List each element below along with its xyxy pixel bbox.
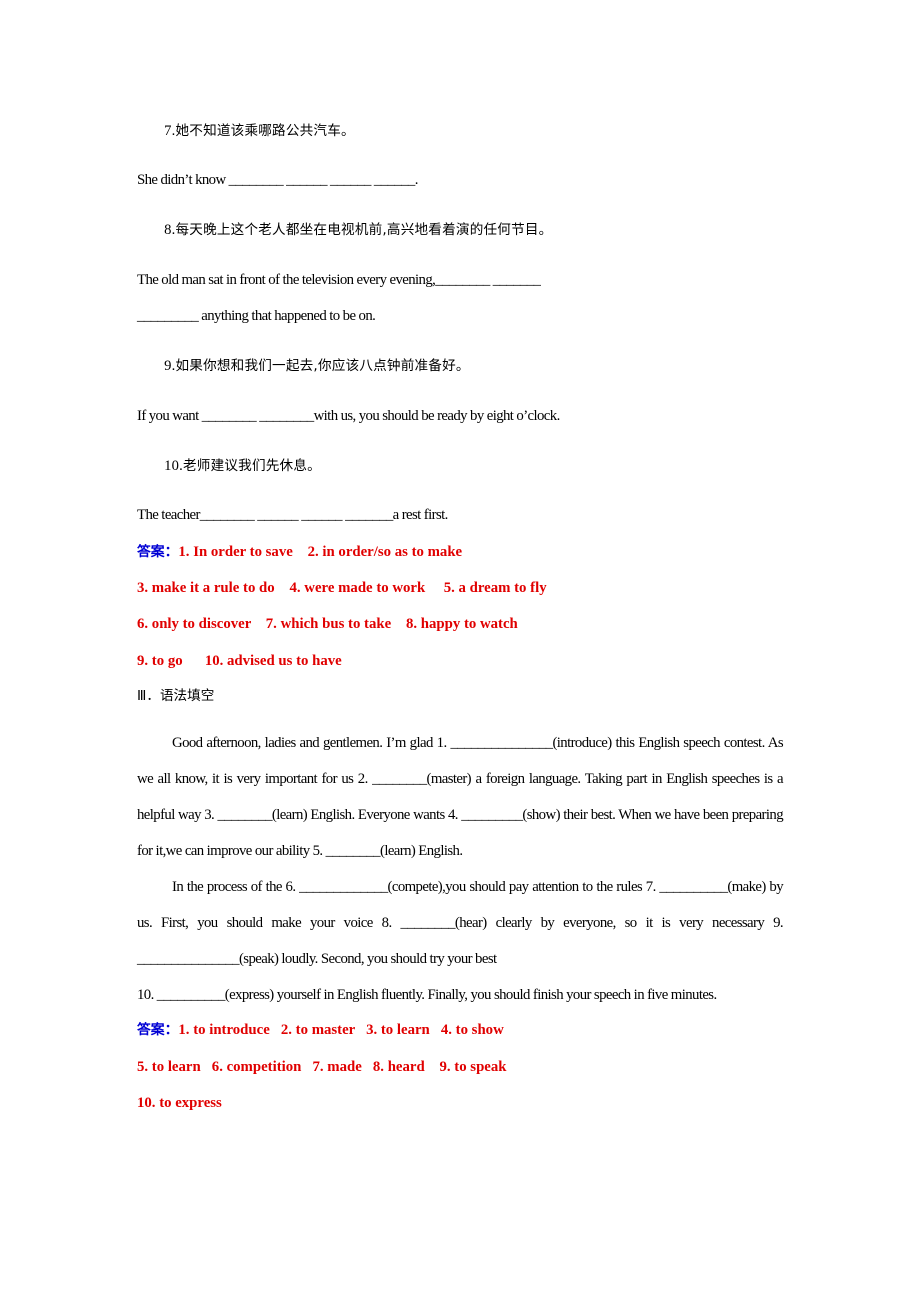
translation-answers-line-4: 9. to go 10. advised us to have (137, 652, 342, 669)
document-page: 7.她不知道该乘哪路公共汽车。 She didn’t know ________… (0, 0, 920, 1302)
question-10-english: The teacher________ ______ ______ ______… (137, 507, 448, 524)
translation-answers-line-3: 6. only to discover 7. which bus to take… (137, 616, 518, 633)
cloze-paragraph-1: Good afternoon, ladies and gentlemen. I’… (137, 735, 784, 860)
question-7-chinese: 7.她不知道该乘哪路公共汽车。 (137, 110, 783, 152)
question-8-number: 8. (164, 222, 176, 239)
cloze-paragraph-2: In the process of the 6. _____________(c… (137, 879, 784, 968)
answers-label-2: 答案： (137, 1022, 179, 1039)
translation-answer-text-1: 1. In order to save 2. in order/so as to… (178, 543, 463, 560)
question-7-english: She didn’t know ________ ______ ______ _… (137, 172, 418, 189)
question-9-chinese-text: 如果你想和我们一起去,你应该八点钟前准备好。 (175, 358, 470, 375)
question-8-english-line-1: The old man sat in front of the televisi… (137, 271, 541, 288)
cloze-paragraph-3: 10. __________(express) yourself in Engl… (137, 987, 717, 1004)
section-heading-grammar-fill: Ⅲ．语法填空 (137, 687, 215, 704)
question-9-english: If you want ________ ________with us, yo… (137, 407, 560, 424)
question-9-chinese: 9.如果你想和我们一起去,你应该八点钟前准备好。 (137, 345, 783, 387)
question-8-chinese: 8.每天晚上这个老人都坐在电视机前,高兴地看着演的任何节目。 (137, 210, 783, 252)
question-8-english-line-2: _________ anything that happened to be o… (137, 308, 376, 325)
question-8-chinese-text: 每天晚上这个老人都坐在电视机前,高兴地看着演的任何节目。 (175, 222, 553, 239)
question-10-chinese: 10.老师建议我们先休息。 (137, 445, 783, 487)
question-10-number: 10. (164, 457, 183, 474)
answers-label: 答案： (137, 543, 179, 560)
grammar-answers-line-3: 10. to express (137, 1094, 222, 1111)
translation-answers-line-2: 3. make it a rule to do 4. were made to … (137, 579, 547, 596)
grammar-answer-text-1: 1. to introduce 2. to master 3. to learn… (178, 1022, 504, 1039)
question-7-number: 7. (164, 122, 176, 139)
grammar-answers-line-1: 答案：1. to introduce 2. to master 3. to le… (137, 1023, 783, 1038)
translation-answers-line-1: 答案：1. In order to save 2. in order/so as… (137, 543, 783, 560)
grammar-answers-line-2: 5. to learn 6. competition 7. made 8. he… (137, 1058, 507, 1075)
page-content: 7.她不知道该乘哪路公共汽车。 She didn’t know ________… (137, 110, 784, 1111)
question-7-chinese-text: 她不知道该乘哪路公共汽车。 (175, 122, 355, 139)
question-9-number: 9. (164, 358, 176, 375)
question-10-chinese-text: 老师建议我们先休息。 (182, 457, 321, 474)
